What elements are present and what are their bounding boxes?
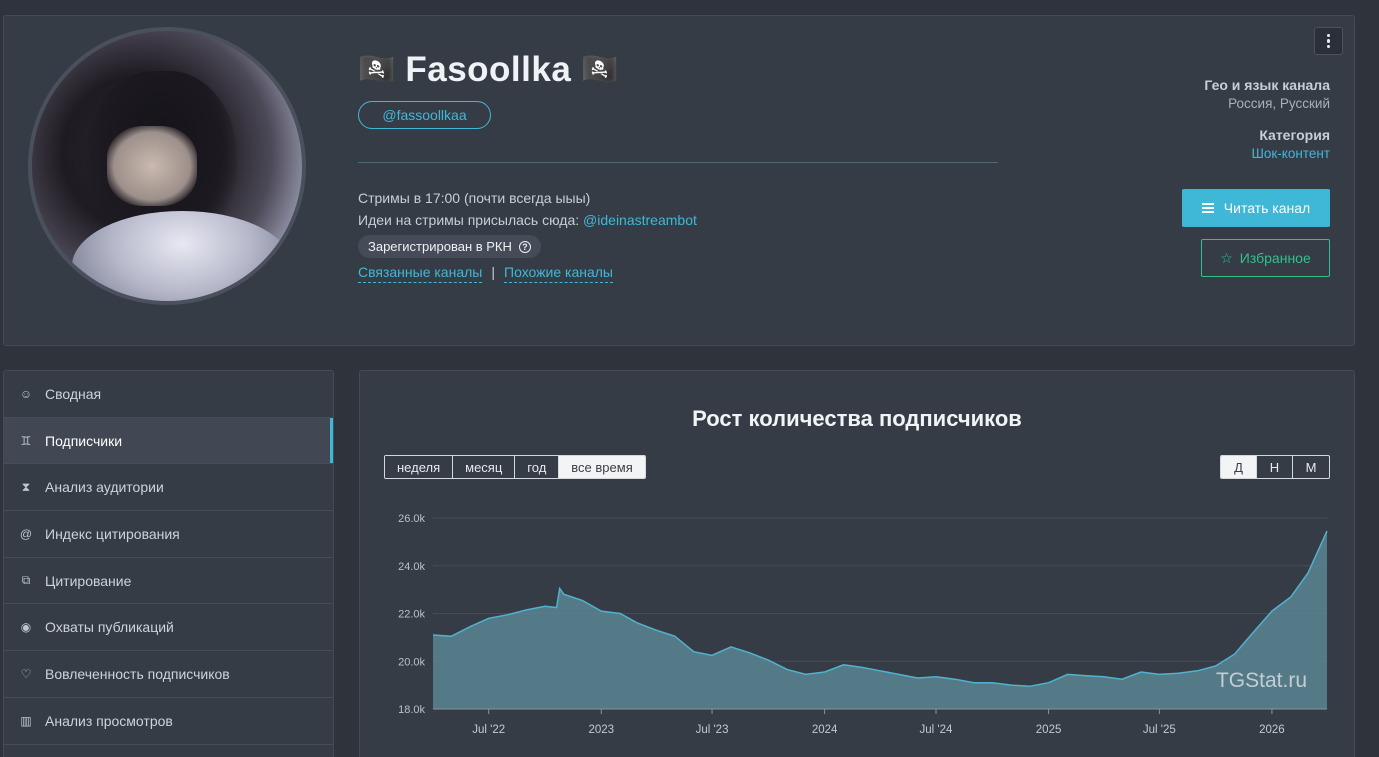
stats-sidebar: ☺ Сводная ♊ Подписчики ⧗ Анализ аудитори… bbox=[3, 370, 334, 757]
rkn-badge-label: Зарегистрирован в РКН bbox=[368, 239, 512, 254]
read-icon bbox=[1201, 203, 1214, 213]
similar-channels-link[interactable]: Похожие каналы bbox=[504, 264, 613, 283]
y-tick-label: 26.0k bbox=[398, 513, 425, 525]
sidebar-item-citation-index[interactable]: @ Индекс цитирования bbox=[4, 511, 333, 558]
heart-icon: ♡ bbox=[20, 666, 32, 681]
sidebar-item-label: Индекс цитирования bbox=[45, 525, 180, 542]
rkn-badge: Зарегистрирован в РКН ? bbox=[358, 235, 541, 258]
category-link[interactable]: Шок-контент bbox=[1252, 146, 1330, 161]
x-tick-label: Jul '24 bbox=[920, 724, 953, 736]
y-tick-label: 22.0k bbox=[398, 609, 425, 621]
chart-title: Рост количества подписчиков bbox=[692, 406, 1022, 431]
sidebar-item-label: Охваты публикаций bbox=[45, 619, 174, 636]
channel-title-row: 🏴‍☠️ Fasoollka 🏴‍☠️ bbox=[358, 48, 619, 92]
sidebar-item-summary[interactable]: ☺ Сводная bbox=[4, 371, 333, 418]
geo-value: Россия, Русский bbox=[1228, 96, 1330, 111]
description-text: Идеи на стримы присылась сюда: bbox=[358, 212, 584, 228]
geo-block: Гео и язык канала Россия, Русский bbox=[1204, 77, 1330, 111]
at-icon: @ bbox=[19, 526, 33, 541]
help-icon[interactable]: ? bbox=[518, 240, 531, 253]
kebab-dot-icon bbox=[1326, 33, 1331, 38]
category-label: Категория bbox=[1259, 127, 1330, 143]
period-week-button[interactable]: неделя bbox=[385, 456, 454, 478]
geo-label: Гео и язык канала bbox=[1204, 77, 1330, 93]
kebab-dot-icon bbox=[1326, 44, 1331, 49]
x-tick-label: Jul '23 bbox=[696, 724, 729, 736]
sidebar-item-engagement[interactable]: ♡ Вовлеченность подписчиков bbox=[4, 651, 333, 698]
related-channels-link[interactable]: Связанные каналы bbox=[358, 264, 483, 283]
star-icon: ☆ bbox=[1220, 249, 1233, 266]
avatar-hands-shape bbox=[107, 126, 197, 206]
x-tick-label: Jul '25 bbox=[1143, 724, 1176, 736]
channel-links: Связанные каналы | Похожие каналы bbox=[358, 264, 613, 283]
chart-panel: Рост количества подписчиков неделя месяц… bbox=[359, 370, 1355, 757]
x-tick-label: 2023 bbox=[588, 724, 614, 736]
more-options-button[interactable] bbox=[1314, 27, 1343, 55]
period-year-button[interactable]: год bbox=[515, 456, 560, 478]
granularity-week-button[interactable]: Н bbox=[1257, 456, 1293, 478]
read-channel-button[interactable]: Читать канал bbox=[1182, 189, 1330, 227]
granularity-selector: Д Н М bbox=[1220, 455, 1330, 479]
header-divider bbox=[358, 162, 998, 163]
sidebar-item-label: Сводная bbox=[45, 385, 102, 402]
y-tick-label: 18.0k bbox=[398, 704, 425, 716]
summary-icon: ☺ bbox=[19, 386, 33, 401]
x-tick-label: 2025 bbox=[1036, 724, 1062, 736]
sidebar-item-views[interactable]: ▥ Анализ просмотров bbox=[4, 698, 333, 745]
channel-description-line2: Идеи на стримы присылась сюда: @ideinast… bbox=[358, 212, 697, 228]
y-tick-label: 20.0k bbox=[398, 656, 425, 668]
granularity-day-button[interactable]: Д bbox=[1221, 456, 1257, 478]
tgstat-watermark: TGStat.ru bbox=[1216, 669, 1307, 692]
sidebar-item-audience[interactable]: ⧗ Анализ аудитории bbox=[4, 464, 333, 512]
eye-icon: ◉ bbox=[20, 620, 32, 635]
sidebar-item-citations[interactable]: ⧉ Цитирование bbox=[4, 558, 333, 605]
category-block: Категория Шок-контент bbox=[1252, 127, 1330, 161]
bot-link[interactable]: @ideinastreambot bbox=[583, 212, 697, 228]
kebab-dot-icon bbox=[1326, 39, 1331, 43]
period-selector: неделя месяц год все время bbox=[384, 455, 646, 479]
channel-handle-link[interactable]: @fassoollkaa bbox=[358, 101, 491, 129]
sidebar-item-label: Анализ аудитории bbox=[45, 479, 164, 496]
x-tick-label: 2024 bbox=[812, 724, 838, 736]
users-icon: ♊ bbox=[20, 433, 32, 448]
period-all-time-button[interactable]: все время bbox=[559, 456, 645, 478]
channel-description-line1: Стримы в 17:00 (почти всегда ыыы) bbox=[358, 190, 591, 206]
channel-title: Fasoollka bbox=[405, 50, 572, 89]
period-month-button[interactable]: месяц bbox=[453, 456, 516, 478]
sidebar-item-label: Вовлеченность подписчиков bbox=[45, 665, 230, 682]
y-tick-label: 24.0k bbox=[398, 561, 425, 573]
subscriber-growth-chart[interactable]: 18.0k 20.0k 22.0k 24.0k 26.0k Jul '22 2023 Jul … bbox=[360, 501, 1356, 757]
sidebar-item-label: Анализ просмотров bbox=[45, 712, 173, 729]
quote-icon: ⧉ bbox=[21, 573, 31, 588]
sidebar-item-reach[interactable]: ◉ Охваты публикаций bbox=[4, 604, 333, 652]
links-separator: | bbox=[491, 264, 495, 280]
granularity-month-button[interactable]: М bbox=[1293, 456, 1329, 478]
favorite-label: Избранное bbox=[1239, 250, 1311, 266]
bar-chart-icon: ▥ bbox=[20, 713, 32, 728]
sidebar-item-label: Подписчики bbox=[45, 432, 123, 449]
favorite-button[interactable]: ☆ Избранное bbox=[1201, 239, 1330, 277]
sidebar-item-subscribers[interactable]: ♊ Подписчики bbox=[4, 417, 333, 465]
subscriber-area bbox=[433, 531, 1327, 709]
x-tick-label: 2026 bbox=[1259, 724, 1285, 736]
pirate-flag-icon: 🏴‍☠️ bbox=[358, 53, 396, 86]
hourglass-icon: ⧗ bbox=[21, 479, 31, 494]
read-channel-label: Читать канал bbox=[1223, 200, 1311, 216]
sidebar-item-label: Цитирование bbox=[45, 572, 132, 589]
pirate-flag-icon: 🏴‍☠️ bbox=[581, 53, 619, 86]
x-tick-label: Jul '22 bbox=[472, 724, 505, 736]
channel-avatar bbox=[28, 27, 306, 305]
